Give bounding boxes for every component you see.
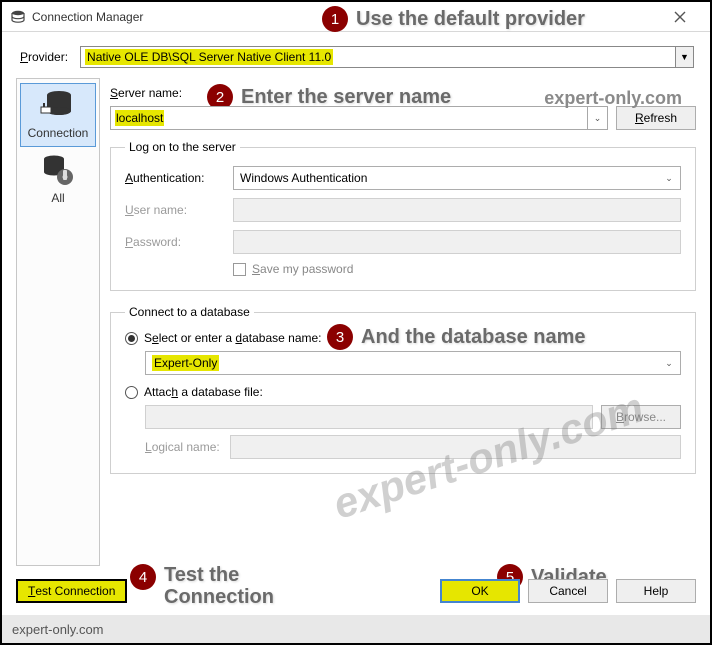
db-select[interactable]: Expert-Only ⌄ bbox=[145, 351, 681, 375]
server-label-row: Server name: bbox=[110, 86, 696, 100]
server-value: localhost bbox=[115, 110, 164, 126]
user-row: User name: bbox=[125, 198, 681, 222]
browse-button: Browse... bbox=[601, 405, 681, 429]
close-button[interactable] bbox=[657, 3, 702, 31]
content-panel: 2 Enter the server name expert-only.com … bbox=[110, 78, 696, 566]
provider-label: Provider: bbox=[20, 50, 68, 64]
sidebar-item-label: Connection bbox=[28, 126, 89, 140]
logon-legend: Log on to the server bbox=[125, 140, 240, 154]
footer-text: expert-only.com bbox=[12, 622, 104, 637]
test-connection-button[interactable]: Test Connection bbox=[16, 579, 127, 603]
pass-label: Password: bbox=[125, 235, 223, 249]
db-group: Connect to a database Select or enter a … bbox=[110, 305, 696, 474]
app-icon bbox=[10, 9, 26, 25]
sidebar-item-all[interactable]: All bbox=[20, 149, 96, 211]
pass-input bbox=[233, 230, 681, 254]
sidebar-item-label: All bbox=[51, 191, 64, 205]
select-db-radio[interactable] bbox=[125, 332, 138, 345]
db-legend: Connect to a database bbox=[125, 305, 254, 319]
logical-input bbox=[230, 435, 681, 459]
provider-row: Provider: Native OLE DB\SQL Server Nativ… bbox=[2, 32, 710, 78]
logon-group: Log on to the server Authentication: Win… bbox=[110, 140, 696, 291]
ok-button[interactable]: OK bbox=[440, 579, 520, 603]
auth-select[interactable]: Windows Authentication ⌄ bbox=[233, 166, 681, 190]
user-input bbox=[233, 198, 681, 222]
dropdown-icon[interactable]: ▼ bbox=[675, 47, 693, 67]
footer: expert-only.com bbox=[2, 615, 710, 643]
cancel-button[interactable]: Cancel bbox=[528, 579, 608, 603]
help-button[interactable]: Help bbox=[616, 579, 696, 603]
bottom-bar: Test Connection OK Cancel Help bbox=[16, 579, 696, 603]
window-title: Connection Manager bbox=[32, 10, 143, 24]
attach-file-row: Browse... bbox=[145, 405, 681, 429]
title-bar: Connection Manager bbox=[2, 2, 710, 32]
dropdown-icon[interactable]: ⌄ bbox=[660, 169, 678, 187]
logical-label: Logical name: bbox=[145, 440, 220, 454]
user-label: User name: bbox=[125, 203, 223, 217]
auth-row: Authentication: Windows Authentication ⌄ bbox=[125, 166, 681, 190]
all-icon bbox=[38, 153, 78, 189]
sidebar: Connection All bbox=[16, 78, 100, 566]
attach-radio[interactable] bbox=[125, 386, 138, 399]
connection-icon bbox=[38, 88, 78, 124]
dropdown-icon[interactable]: ⌄ bbox=[660, 354, 678, 372]
select-db-label: Select or enter a database name: bbox=[144, 331, 322, 345]
auth-value: Windows Authentication bbox=[240, 171, 367, 185]
db-value: Expert-Only bbox=[152, 355, 219, 371]
server-input[interactable]: localhost ⌄ bbox=[110, 106, 608, 130]
save-pw-checkbox bbox=[233, 263, 246, 276]
main-area: Connection All 2 Enter the server name e… bbox=[2, 78, 710, 566]
attach-file-input bbox=[145, 405, 593, 429]
attach-radio-row[interactable]: Attach a database file: bbox=[125, 385, 681, 399]
save-pw-label: Save my password bbox=[252, 262, 353, 276]
attach-label: Attach a database file: bbox=[144, 385, 263, 399]
save-pw-row: Save my password bbox=[233, 262, 681, 276]
provider-value: Native OLE DB\SQL Server Native Client 1… bbox=[85, 49, 333, 65]
sidebar-item-connection[interactable]: Connection bbox=[20, 83, 96, 147]
logical-row: Logical name: bbox=[145, 435, 681, 459]
select-db-radio-row[interactable]: Select or enter a database name: bbox=[125, 331, 681, 345]
dropdown-icon[interactable]: ⌄ bbox=[587, 107, 607, 129]
server-label: Server name: bbox=[110, 86, 182, 100]
auth-label: Authentication: bbox=[125, 171, 223, 185]
server-row: localhost ⌄ Refresh bbox=[110, 106, 696, 130]
refresh-button[interactable]: Refresh bbox=[616, 106, 696, 130]
pass-row: Password: bbox=[125, 230, 681, 254]
provider-select[interactable]: Native OLE DB\SQL Server Native Client 1… bbox=[80, 46, 694, 68]
